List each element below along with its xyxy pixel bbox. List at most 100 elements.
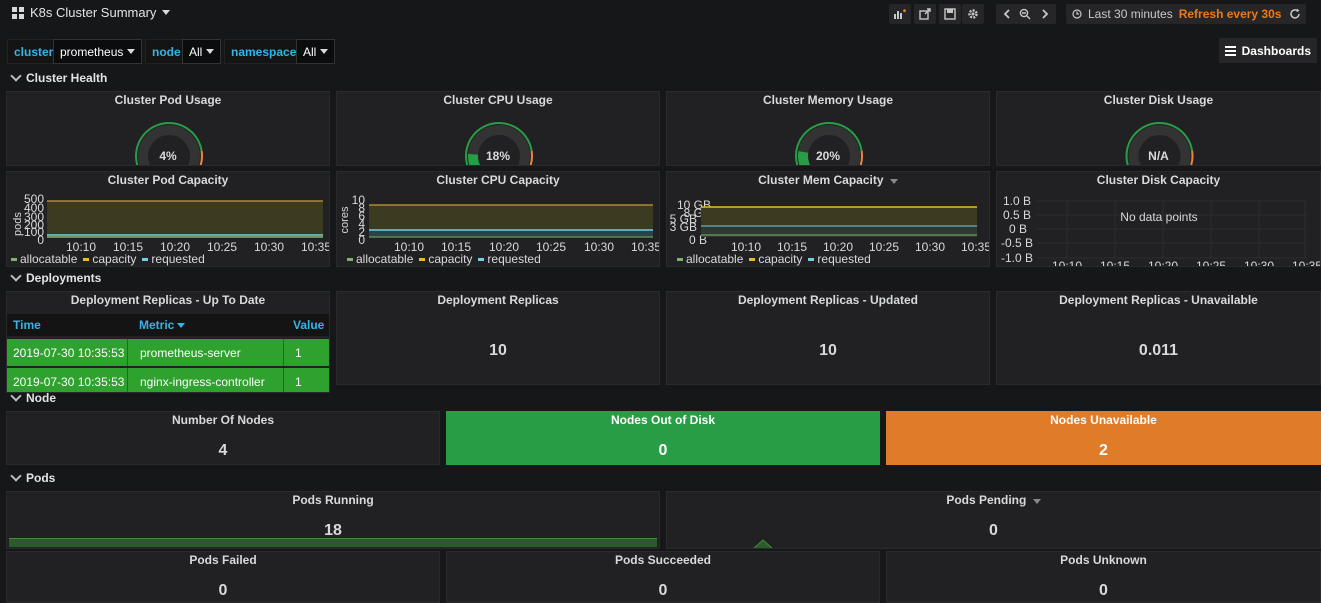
variable-select-cluster[interactable]: prometheus xyxy=(53,39,143,64)
legend-item-requested[interactable]: requested xyxy=(142,252,205,266)
cell-value: 1 xyxy=(295,374,302,389)
panel-title: Pods Pending xyxy=(667,493,1320,507)
gauge-panel-disk-usage[interactable]: Cluster Disk Usage N/A xyxy=(996,91,1321,166)
add-panel-button[interactable] xyxy=(889,4,911,24)
x-tick-label: 10:25 xyxy=(207,240,237,254)
chevron-down-icon xyxy=(127,49,136,54)
stat-panel-deployment-replicas-unavailable[interactable]: Deployment Replicas - Unavailable 0.011 xyxy=(996,291,1321,385)
y-tick-labels: 1.0 B 0.5 B 0 B -0.5 B -1.0 B xyxy=(1001,194,1033,265)
requested-fill-area xyxy=(369,230,653,237)
row-header-node[interactable]: Node xyxy=(10,390,56,405)
legend-item-allocatable[interactable]: allocatable xyxy=(677,252,743,266)
legend-item-requested[interactable]: requested xyxy=(478,252,541,266)
panel-title: Deployment Replicas xyxy=(437,293,559,307)
clock-icon xyxy=(1072,9,1082,19)
share-button[interactable] xyxy=(914,4,936,24)
legend-item-requested[interactable]: requested xyxy=(808,252,871,266)
legend-item-capacity[interactable]: capacity xyxy=(419,252,472,266)
x-tick-label: 10:30 xyxy=(915,240,945,254)
zoom-out-button[interactable] xyxy=(1014,4,1036,24)
gauge-panel-cpu-usage[interactable]: Cluster CPU Usage 18% xyxy=(336,91,660,166)
column-header-time[interactable]: Time xyxy=(13,314,41,336)
chevron-down-icon[interactable] xyxy=(1032,499,1041,504)
refresh-interval-label: Refresh every 30s xyxy=(1178,7,1282,21)
chart-panel-disk-capacity[interactable]: Cluster Disk Capacity 1.0 B 0.5 B 0 B -0… xyxy=(996,171,1321,267)
x-tick-label: 10:20 xyxy=(1148,259,1178,267)
stat-panel-pods-unknown[interactable]: Pods Unknown 0 xyxy=(886,551,1321,603)
stat-panel-nodes-unavailable[interactable]: Nodes Unavailable 2 xyxy=(886,411,1321,465)
stat-panel-pods-running[interactable]: Pods Running 18 xyxy=(6,491,660,549)
chart-panel-cpu-capacity[interactable]: Cluster CPU Capacity cores 10 8 6 4 2 0 … xyxy=(336,171,660,267)
cell-time: 2019-07-30 10:35:53 xyxy=(13,374,125,389)
row-header-deployments[interactable]: Deployments xyxy=(10,270,102,285)
chart-panel-mem-capacity[interactable]: Cluster Mem Capacity 10 GB 8 GB 5 GB 3 G… xyxy=(666,171,990,267)
settings-button[interactable] xyxy=(962,4,984,24)
row-header-pods[interactable]: Pods xyxy=(10,470,55,485)
table-row: 2019-07-30 10:35:53 nginx-ingress-contro… xyxy=(7,368,329,392)
row-title: Deployments xyxy=(26,271,102,285)
cell-time: 2019-07-30 10:35:53 xyxy=(13,345,125,360)
dashboard-picker[interactable]: K8s Cluster Summary xyxy=(12,5,171,20)
table-panel-deployment-replicas[interactable]: Deployment Replicas - Up To Date Time Me… xyxy=(6,291,330,393)
stat-panel-pods-succeeded[interactable]: Pods Succeeded 0 xyxy=(446,551,880,603)
stat-panel-deployment-replicas[interactable]: Deployment Replicas 10 xyxy=(336,291,660,385)
stat-panel-number-of-nodes[interactable]: Number Of Nodes 4 xyxy=(6,411,440,465)
column-header-value[interactable]: Value xyxy=(293,314,324,336)
stat-panel-pods-failed[interactable]: Pods Failed 0 xyxy=(6,551,440,603)
variable-label-namespace: namespace xyxy=(224,39,304,64)
chevron-right-icon xyxy=(1042,9,1049,19)
time-forward-button[interactable] xyxy=(1034,4,1056,24)
column-header-metric[interactable]: Metric xyxy=(139,314,186,336)
save-button[interactable] xyxy=(939,4,961,24)
y-tick-label: 0 xyxy=(358,233,365,247)
chart-panel-pod-capacity[interactable]: Cluster Pod Capacity pods 500 400 300 20… xyxy=(6,171,330,267)
x-tick-label: 10:35 xyxy=(1292,259,1321,267)
gauge-panel-memory-usage[interactable]: Cluster Memory Usage 20% xyxy=(666,91,990,166)
legend-item-capacity[interactable]: capacity xyxy=(83,252,136,266)
chevron-left-icon xyxy=(1003,9,1010,19)
stat-panel-deployment-replicas-updated[interactable]: Deployment Replicas - Updated 10 xyxy=(666,291,990,385)
time-picker-button[interactable]: Last 30 minutes Refresh every 30s xyxy=(1066,4,1288,24)
disk-capacity-graph: 1.0 B 0.5 B 0 B -0.5 B -1.0 B No data po… xyxy=(1001,194,1321,267)
panel-title: Nodes Unavailable xyxy=(1050,413,1157,427)
stat-panel-pods-pending[interactable]: Pods Pending 0 xyxy=(666,491,1321,549)
variable-value-namespace: All xyxy=(303,44,317,59)
chevron-down-icon xyxy=(320,49,329,54)
x-tick-label: 10:30 xyxy=(584,240,614,254)
gauge-value: 18% xyxy=(485,149,511,163)
legend-item-capacity[interactable]: capacity xyxy=(749,252,802,266)
y-tick-labels: 500 400 300 200 100 0 xyxy=(24,192,44,247)
x-tick-label: 10:30 xyxy=(1244,259,1274,267)
dashboards-button[interactable]: Dashboards xyxy=(1218,38,1317,63)
stat-value: 0 xyxy=(989,522,998,539)
add-panel-icon xyxy=(894,9,906,19)
y-tick-label: 0.5 B xyxy=(1003,208,1031,222)
stat-value: 0 xyxy=(1099,582,1108,599)
cell-metric: prometheus-server xyxy=(140,345,241,360)
panel-title: Pods Succeeded xyxy=(614,553,712,567)
y-tick-label: 0 B xyxy=(1009,222,1027,236)
gauge-value: 4% xyxy=(159,149,177,163)
x-tick-label: 10:35 xyxy=(301,240,330,254)
x-tick-label: 10:15 xyxy=(1100,259,1130,267)
panel-title: Deployment Replicas - Up To Date xyxy=(70,293,266,307)
stat-value: 0 xyxy=(218,582,228,599)
stat-panel-nodes-out-of-disk[interactable]: Nodes Out of Disk 0 xyxy=(446,411,880,465)
variable-select-node[interactable]: All xyxy=(182,39,222,64)
panel-title: Pods Unknown xyxy=(1060,553,1147,567)
row-title: Cluster Health xyxy=(26,71,108,85)
legend-item-allocatable[interactable]: allocatable xyxy=(11,252,77,266)
panel-title: Pods Running xyxy=(292,493,374,507)
zoom-out-icon xyxy=(1019,8,1031,20)
gauge-panel-pod-usage[interactable]: Cluster Pod Usage 4% xyxy=(6,91,330,166)
refresh-button[interactable] xyxy=(1284,4,1306,24)
chart-legend: allocatable capacity requested xyxy=(677,252,871,266)
stat-value: 2 xyxy=(1099,442,1108,459)
stat-value: 10 xyxy=(819,342,837,359)
row-header-cluster-health[interactable]: Cluster Health xyxy=(10,70,108,85)
variable-value-cluster: prometheus xyxy=(60,44,124,59)
sparkline-spike xyxy=(753,539,773,548)
chart-legend: allocatable capacity requested xyxy=(347,252,541,266)
legend-item-allocatable[interactable]: allocatable xyxy=(347,252,413,266)
variable-select-namespace[interactable]: All xyxy=(296,39,336,64)
